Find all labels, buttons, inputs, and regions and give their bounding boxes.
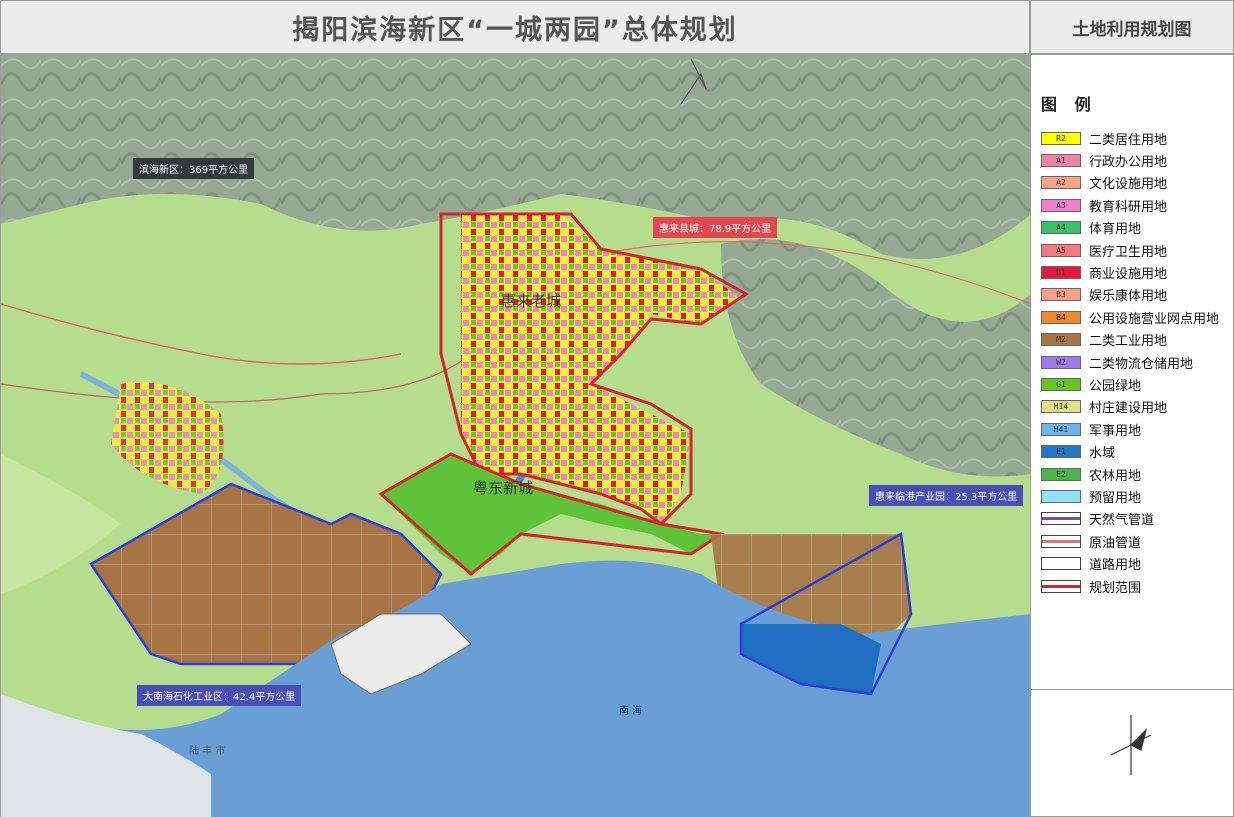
legend-line-bar xyxy=(1042,539,1080,543)
legend-swatch xyxy=(1041,557,1081,571)
label-binhai: 滨海新区：369平方公里 xyxy=(133,158,255,179)
legend-item: A4 体育用地 xyxy=(1041,217,1219,239)
legend-list: R2 二类居住用地 A1 行政办公用地 A2 文化设施用地 A3 教育科研用地 A4 体育用地 A5… xyxy=(1041,127,1219,597)
legend-swatch: B4 xyxy=(1041,310,1081,324)
place-south-sea: 南 海 xyxy=(619,706,643,717)
legend-line-bar xyxy=(1042,562,1080,566)
legend-item: B1 商业设施用地 xyxy=(1041,261,1219,283)
place-old-city: 惠来老城 xyxy=(501,292,562,310)
legend-swatch xyxy=(1041,489,1081,503)
legend-item: E2 农林用地 xyxy=(1041,463,1219,485)
legend-swatch: A3 xyxy=(1041,198,1081,212)
legend-label: 公园绿地 xyxy=(1089,378,1142,394)
legend-swatch: H14 xyxy=(1041,400,1081,414)
legend-label: 体育用地 xyxy=(1089,222,1142,238)
legend-header-title: 土地利用规划图 xyxy=(1072,19,1192,40)
legend-swatch: A5 xyxy=(1041,243,1081,257)
bottom-compass-icon xyxy=(1110,715,1152,775)
legend-swatch xyxy=(1041,534,1081,548)
legend-swatch: E1 xyxy=(1041,445,1081,459)
legend-label: 二类物流仓储用地 xyxy=(1089,356,1194,372)
legend-header: 土地利用规划图 xyxy=(1030,0,1234,54)
map-title: 揭阳滨海新区“一城两园”总体规划 xyxy=(292,14,738,46)
legend-item: A5 医疗卫生用地 xyxy=(1041,239,1219,261)
legend-swatch xyxy=(1041,512,1081,526)
legend-label: 道路用地 xyxy=(1089,558,1142,574)
legend-item: H14 村庄建设用地 xyxy=(1041,396,1219,418)
legend-item: B3 娱乐康体用地 xyxy=(1041,284,1219,306)
legend-label: 天然气管道 xyxy=(1089,513,1155,529)
label-huilai-port: 惠来临港产业园：25.3平方公里 xyxy=(869,485,1024,506)
legend-item: 道路用地 xyxy=(1041,552,1219,574)
legend-item: B4 公用设施营业网点用地 xyxy=(1041,306,1219,328)
legend-label: 二类工业用地 xyxy=(1089,334,1168,350)
legend-label: 军事用地 xyxy=(1089,423,1142,439)
legend-swatch: R2 xyxy=(1041,131,1081,145)
legend-label: 文化设施用地 xyxy=(1089,177,1168,193)
legend-item: R2 二类居住用地 xyxy=(1041,127,1219,149)
legend-item: A1 行政办公用地 xyxy=(1041,149,1219,171)
legend-item: A3 教育科研用地 xyxy=(1041,194,1219,216)
map-title-bar: 揭阳滨海新区“一城两园”总体规划 xyxy=(0,0,1030,54)
legend-item: 规划范围 xyxy=(1041,575,1219,597)
label-huilai-county: 惠来县城：78.9平方公里 xyxy=(653,217,778,238)
legend-swatch xyxy=(1041,579,1081,593)
legend-label: 娱乐康体用地 xyxy=(1089,289,1168,305)
legend-swatch: M2 xyxy=(1041,333,1081,347)
legend-swatch: H41 xyxy=(1041,422,1081,436)
legend-label: 预留用地 xyxy=(1089,490,1142,506)
legend-item: 天然气管道 xyxy=(1041,508,1219,530)
legend-title: 图 例 xyxy=(1041,95,1097,114)
legend-item: A2 文化设施用地 xyxy=(1041,172,1219,194)
legend-label: 商业设施用地 xyxy=(1089,267,1168,283)
legend-item: W2 二类物流仓储用地 xyxy=(1041,351,1219,373)
legend-swatch: A4 xyxy=(1041,221,1081,235)
legend-panel: 图 例 R2 二类居住用地 A1 行政办公用地 A2 文化设施用地 A3 教育科研用地 A4 体育… xyxy=(1030,54,1234,817)
legend-line-bar xyxy=(1042,517,1080,521)
legend-label: 村庄建设用地 xyxy=(1089,401,1168,417)
legend-swatch: B1 xyxy=(1041,266,1081,280)
legend-swatch: A2 xyxy=(1041,176,1081,190)
legend-swatch: E2 xyxy=(1041,467,1081,481)
legend-item: 预留用地 xyxy=(1041,485,1219,507)
legend-label: 教育科研用地 xyxy=(1089,199,1168,215)
legend-item: 原油管道 xyxy=(1041,530,1219,552)
legend-label: 医疗卫生用地 xyxy=(1089,244,1168,260)
legend-label: 原油管道 xyxy=(1089,535,1142,551)
legend-divider xyxy=(1031,689,1233,690)
place-new-city: 粤东新城 xyxy=(473,479,534,497)
legend-label: 农林用地 xyxy=(1089,468,1142,484)
legend-label: 二类居住用地 xyxy=(1089,132,1168,148)
map-canvas[interactable]: 滨海新区：369平方公里 惠来县城：78.9平方公里 惠来临港产业园：25.3平… xyxy=(0,54,1030,817)
legend-item: E1 水域 xyxy=(1041,440,1219,462)
legend-label: 水域 xyxy=(1089,446,1116,462)
legend-line-bar xyxy=(1042,584,1080,588)
legend-swatch: B3 xyxy=(1041,288,1081,302)
label-dananhai: 大南海石化工业区：42.4平方公里 xyxy=(137,685,302,706)
legend-swatch: A1 xyxy=(1041,154,1081,168)
place-lufeng: 陆 丰 市 xyxy=(189,746,226,757)
legend-label: 规划范围 xyxy=(1089,580,1142,596)
legend-item: H41 军事用地 xyxy=(1041,418,1219,440)
legend-label: 公用设施营业网点用地 xyxy=(1089,311,1220,327)
legend-item: M2 二类工业用地 xyxy=(1041,329,1219,351)
legend-item: G1 公园绿地 xyxy=(1041,373,1219,395)
legend-label: 行政办公用地 xyxy=(1089,155,1168,171)
legend-swatch: G1 xyxy=(1041,377,1081,391)
legend-swatch: W2 xyxy=(1041,355,1081,369)
